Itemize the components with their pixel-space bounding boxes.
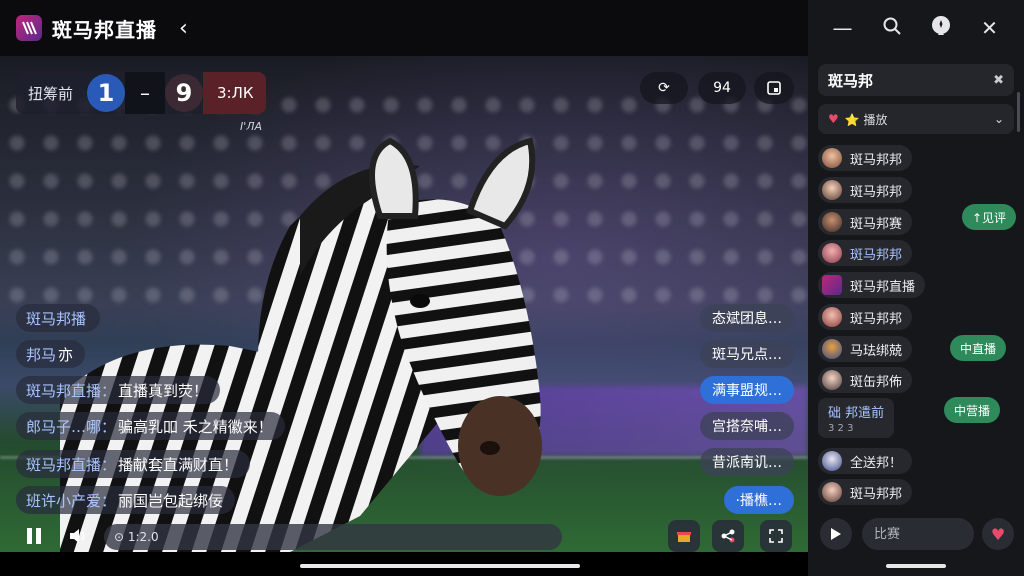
scoreboard: 扭筹前 1 – 9 3:ЛК [16,72,266,114]
play-icon[interactable] [820,518,852,550]
danmaku-right-2[interactable]: 满事盟规… [700,376,794,404]
danmaku-right-5[interactable]: ·播樵… [723,486,794,514]
chat-item[interactable]: 斑马邦赛 [818,209,913,235]
chat-item[interactable]: 斑马邦邦 [818,145,913,171]
avatar [822,243,842,263]
avatar [822,451,842,471]
panel-search[interactable]: 斑马邦 ✖ [818,64,1014,96]
danmaku-right-3[interactable]: 宫搭奈哺… [700,412,794,440]
video-player[interactable]: 扭筹前 1 – 9 3:ЛК I'ЛА ⟳ 94 斑马邦播 邦马亦 斑马邦直播：… [0,56,808,552]
fullscreen-icon[interactable] [760,520,792,552]
pause-icon[interactable] [18,520,50,552]
panel-toolbar: — ✕ [808,0,1024,56]
danmaku-left-2: 斑马邦直播： 直播真到荧！ [16,376,221,404]
chat-item[interactable]: 斑马邦邦 [818,479,913,505]
panel-home-indicator [886,564,946,568]
avatar [822,482,842,502]
chat-item[interactable]: 马珐绑兢 [818,336,913,362]
search-input[interactable]: 斑马邦 [828,70,873,91]
zebra-logo-icon [822,275,842,295]
danmaku-left-0: 斑马邦播 [16,304,101,332]
heart-icon: ♥ [828,112,839,126]
heart-icon[interactable]: ♥ [982,518,1014,550]
chat-item[interactable]: 础 邦遣前 3 2 3 [818,398,895,438]
avatar [822,339,842,359]
danmaku-left-3: 郎马子…哪： 骗高乳吅 禾之精徽来！ [16,412,285,440]
chat-item[interactable]: 斑马邦邦 [818,240,913,266]
danmaku-left-1: 邦马亦 [16,340,86,368]
refresh-gift-icon[interactable]: ⟳ [640,72,688,104]
chat-item[interactable]: 斑马邦直播 [818,272,926,298]
away-team-name: 3:ЛК [203,72,266,114]
chip-button[interactable]: ↑见评 [962,204,1017,230]
zebra-image [60,137,542,552]
zebra-logo-icon [16,15,42,41]
avatar [822,180,842,200]
avatar [822,307,842,327]
chat-item[interactable]: 斑缶邦佈 [818,367,913,393]
danmaku-left-5: 班许小产爱： 丽国岂包起绑佞 [16,486,236,514]
chevron-left-icon[interactable]: ‹ [179,16,188,41]
app-title: 斑马邦直播 [52,17,157,42]
chip-button[interactable]: 中直播 [950,335,1007,361]
search-icon[interactable] [876,16,908,41]
away-score: 9 [165,74,204,112]
danmaku-right-1[interactable]: 斑马兄点… [700,340,794,368]
score-separator: – [125,72,166,114]
filter-dropdown[interactable]: ♥ ⭐ 播放 ⌄ [818,104,1014,134]
viewer-count: 94 [698,72,746,104]
avatar [822,370,842,390]
pip-icon[interactable] [754,72,794,104]
chat-icon[interactable] [925,15,957,42]
chat-input[interactable] [862,518,974,550]
gift-icon[interactable] [668,520,700,552]
home-indicator [300,564,580,568]
close-icon[interactable]: ✕ [974,16,1006,40]
control-bar: ⊙ 1:2.0 [0,520,808,552]
minimize-icon[interactable]: — [827,16,859,40]
danmaku-right-4[interactable]: 昔派南讥… [700,448,794,476]
home-team-name: 扭筹前 [28,84,74,103]
chat-scrollbar[interactable] [1017,92,1020,132]
progress-bar[interactable]: ⊙ 1:2.0 [104,524,562,550]
volume-icon[interactable] [62,520,94,552]
avatar [822,148,842,168]
chevron-down-icon[interactable]: ⌄ [994,112,1004,126]
filter-label: ⭐ 播放 [844,112,888,127]
chat-item[interactable]: 全送邦！ [818,448,913,474]
chat-item[interactable]: 斑马邦邦 [818,304,913,330]
playback-time: ⊙ 1:2.0 [114,530,159,544]
chat-compose-bar: ♥ [808,512,1024,556]
share-icon[interactable] [712,520,744,552]
app-bar: 斑马邦直播 ‹ [0,0,808,56]
chat-item[interactable]: 斑马邦邦 [818,177,913,203]
danmaku-left-4: 斑马邦直播： 播献套直满财直！ [16,450,251,478]
chip-button[interactable]: 中营播 [944,397,1001,423]
clear-icon[interactable]: ✖ [993,73,1004,88]
home-score: 1 [87,74,126,112]
game-clock: I'ЛА [240,120,263,133]
danmaku-right-0[interactable]: 态斌团息… [700,304,794,332]
avatar [822,212,842,232]
